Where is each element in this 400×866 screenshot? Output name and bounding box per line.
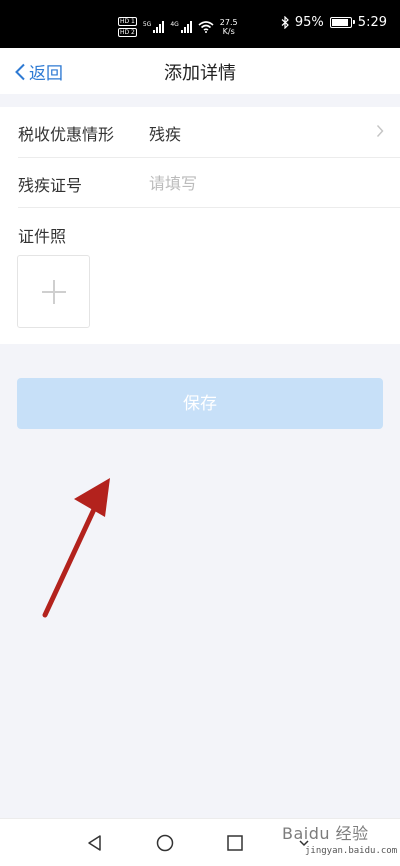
detail-form: 税收优惠情形 残疾 残疾证号 证件照 [0, 107, 400, 344]
signal-icon-2: 4G [170, 21, 192, 33]
app-header: 返回 添加详情 [0, 48, 400, 94]
plus-icon [42, 280, 66, 304]
hd-badge-1: HD 1 [118, 17, 137, 26]
bluetooth-icon [281, 16, 289, 29]
tax-benefit-value: 残疾 [149, 125, 182, 144]
nav-home-icon[interactable] [155, 833, 175, 853]
battery-icon [329, 17, 355, 28]
tax-benefit-row[interactable]: 税收优惠情形 残疾 [0, 107, 400, 157]
disability-cert-label: 残疾证号 [18, 176, 83, 195]
nav-recents-icon[interactable] [225, 833, 245, 853]
network-type-2: 4G [170, 21, 179, 28]
wifi-icon [198, 21, 214, 33]
photo-upload-button[interactable] [17, 255, 90, 328]
status-bar: HD 1 HD 2 5G 4G 27.5 K/s 95% 5:29 [0, 0, 400, 48]
watermark: Baidu 经验 [282, 824, 369, 843]
disability-cert-row: 残疾证号 [0, 158, 400, 208]
speed-unit: K/s [222, 27, 235, 36]
page-title: 添加详情 [164, 63, 236, 84]
clock: 5:29 [357, 15, 387, 30]
network-type-1: 5G [142, 21, 152, 28]
save-button[interactable]: 保存 [17, 378, 383, 429]
hd-badges: HD 1 HD 2 [118, 17, 137, 37]
signal-icon: 5G [142, 21, 165, 33]
network-speed: 27.5 K/s [220, 18, 238, 36]
status-right: 95% 5:29 [281, 15, 387, 30]
disability-cert-input[interactable] [149, 170, 369, 196]
row-divider [18, 207, 400, 208]
chevron-right-icon [376, 125, 384, 137]
tax-benefit-label: 税收优惠情形 [18, 125, 115, 144]
hd-badge-2: HD 2 [118, 28, 137, 37]
battery-percent: 95% [294, 15, 324, 30]
watermark-url: jingyan.baidu.com [305, 846, 398, 856]
nav-back-icon[interactable] [85, 833, 105, 853]
battery-fill [331, 19, 348, 26]
speed-value: 27.5 [219, 18, 238, 27]
id-photo-label: 证件照 [18, 227, 67, 246]
status-left: HD 1 HD 2 5G 4G 27.5 K/s [118, 17, 238, 37]
